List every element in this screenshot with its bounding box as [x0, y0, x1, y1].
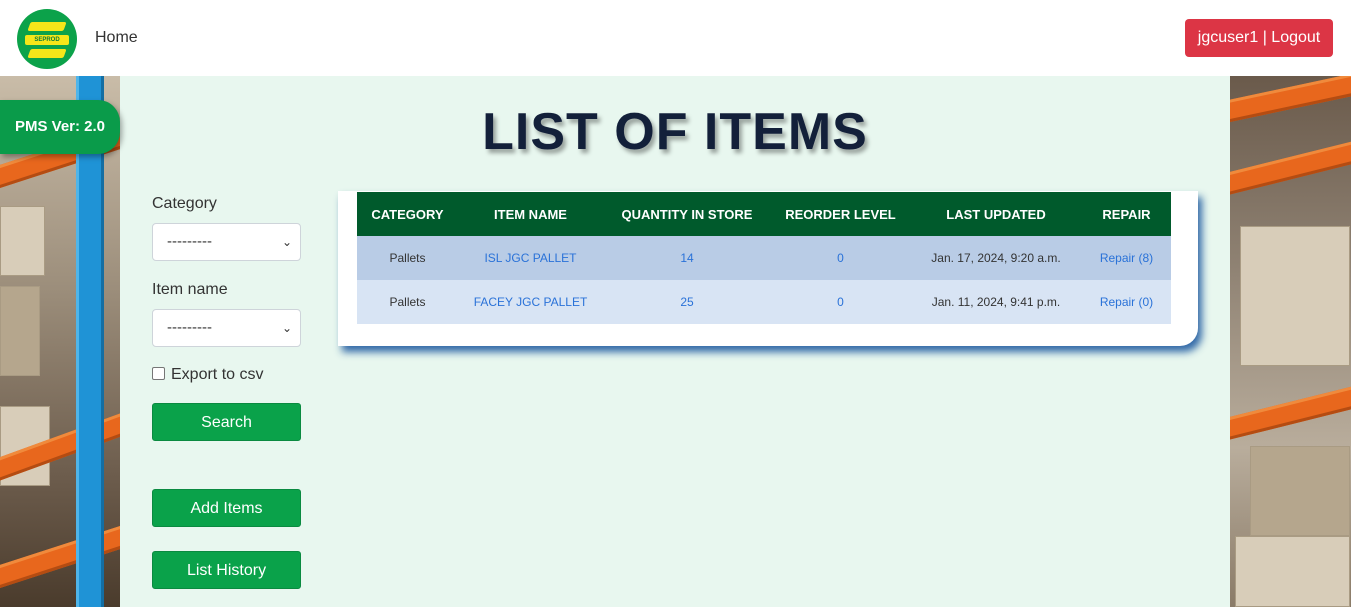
version-badge: PMS Ver: 2.0 — [0, 100, 120, 154]
logo-stripe — [27, 49, 67, 58]
column-header-last-updated: LAST UPDATED — [910, 192, 1082, 236]
chevron-down-icon: ⌄ — [281, 321, 292, 335]
item-name-link[interactable]: FACEY JGC PALLET — [474, 295, 588, 309]
logo-stripe — [27, 22, 67, 31]
search-button[interactable]: Search — [152, 403, 301, 441]
repair-link[interactable]: Repair (8) — [1100, 251, 1153, 265]
nav-home-link[interactable]: Home — [95, 29, 138, 47]
category-label: Category — [152, 195, 217, 212]
cell-category: Pallets — [357, 236, 458, 280]
column-header-category: CATEGORY — [357, 192, 458, 236]
column-header-reorder-level: REORDER LEVEL — [771, 192, 910, 236]
warehouse-background-left — [0, 76, 120, 607]
table-row: Pallets ISL JGC PALLET 14 0 Jan. 17, 202… — [357, 236, 1171, 280]
export-csv-row: Export to csv — [152, 366, 263, 384]
column-header-repair: REPAIR — [1082, 192, 1171, 236]
cell-category: Pallets — [357, 280, 458, 324]
cell-last-updated: Jan. 17, 2024, 9:20 a.m. — [910, 236, 1082, 280]
navbar: SEPROD Home jgcuser1 | Logout — [0, 0, 1351, 76]
list-history-button[interactable]: List History — [152, 551, 301, 589]
category-select[interactable]: --------- ⌄ — [152, 223, 301, 261]
export-csv-label[interactable]: Export to csv — [171, 366, 263, 383]
category-select-value: --------- — [167, 233, 212, 250]
item-name-link[interactable]: ISL JGC PALLET — [484, 251, 576, 265]
logout-button[interactable]: jgcuser1 | Logout — [1185, 19, 1333, 57]
export-csv-checkbox[interactable] — [152, 367, 165, 380]
chevron-down-icon: ⌄ — [281, 235, 292, 249]
item-name-label: Item name — [152, 281, 228, 298]
quantity-link[interactable]: 14 — [680, 251, 693, 265]
add-items-button[interactable]: Add Items — [152, 489, 301, 527]
warehouse-background-right — [1230, 76, 1351, 607]
items-table: CATEGORY ITEM NAME QUANTITY IN STORE REO… — [357, 192, 1171, 324]
column-header-item-name: ITEM NAME — [458, 192, 603, 236]
table-header-row: CATEGORY ITEM NAME QUANTITY IN STORE REO… — [357, 192, 1171, 236]
cell-last-updated: Jan. 11, 2024, 9:41 p.m. — [910, 280, 1082, 324]
reorder-level-link[interactable]: 0 — [837, 295, 844, 309]
page-title: LIST OF ITEMS — [482, 103, 868, 161]
item-name-select-value: --------- — [167, 319, 212, 336]
seprod-logo[interactable]: SEPROD — [17, 9, 77, 69]
quantity-link[interactable]: 25 — [680, 295, 693, 309]
column-header-quantity: QUANTITY IN STORE — [603, 192, 771, 236]
item-name-select[interactable]: --------- ⌄ — [152, 309, 301, 347]
logo-text: SEPROD — [34, 37, 60, 43]
table-row: Pallets FACEY JGC PALLET 25 0 Jan. 11, 2… — [357, 280, 1171, 324]
repair-link[interactable]: Repair (0) — [1100, 295, 1153, 309]
reorder-level-link[interactable]: 0 — [837, 251, 844, 265]
